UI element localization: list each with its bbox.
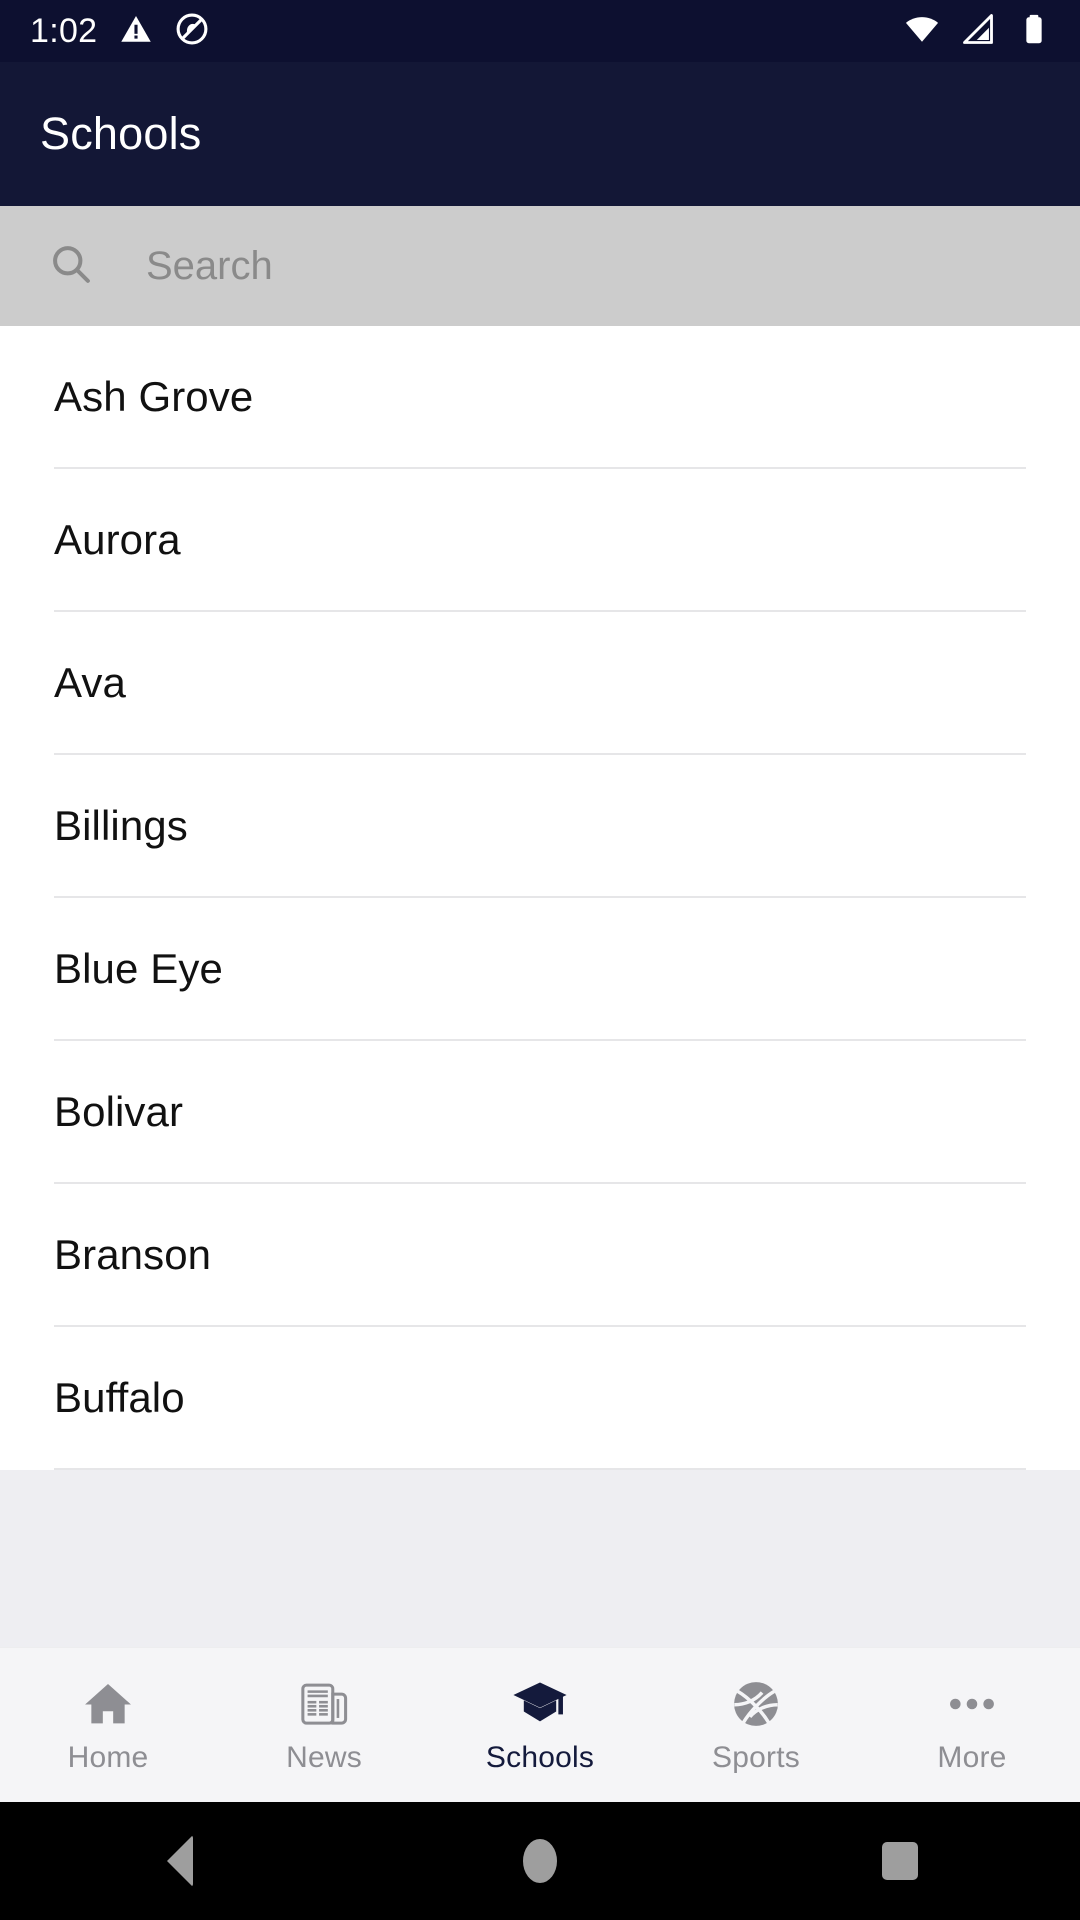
school-list: Ash Grove Aurora Ava Billings Blue Eye B… [0,326,1080,1470]
school-list-item[interactable]: Billings [0,755,1080,896]
school-name: Ash Grove [54,372,254,420]
nav-label: Schools [485,1741,595,1774]
status-clock: 1:02 [30,12,98,50]
school-name: Blue Eye [54,944,223,992]
home-icon [81,1675,135,1733]
nav-item-news[interactable]: News [216,1648,432,1802]
nav-item-more[interactable]: More [864,1648,1080,1802]
school-name: Ava [54,658,126,706]
school-list-item[interactable]: Branson [0,1184,1080,1325]
bottom-navigation: Home News Schools Sports More [0,1647,1080,1802]
nav-item-schools[interactable]: Schools [432,1648,648,1802]
system-back-button[interactable] [90,1802,270,1920]
search-bar[interactable] [0,206,1080,326]
battery-icon [1016,11,1052,52]
school-list-item[interactable]: Ash Grove [0,326,1080,467]
status-bar-right [904,11,1052,52]
wifi-icon [904,11,940,52]
nav-item-sports[interactable]: Sports [648,1648,864,1802]
school-list-item[interactable]: Buffalo [0,1327,1080,1468]
ellipsis-icon [945,1675,999,1733]
school-name: Branson [54,1230,212,1278]
home-circle-icon [523,1839,557,1883]
status-bar: 1:02 [0,0,1080,62]
do-not-disturb-icon [175,12,209,51]
graduation-cap-icon [511,1675,569,1733]
school-name: Bolivar [54,1087,184,1135]
nav-label: Home [67,1741,149,1774]
basketball-icon [728,1675,784,1733]
recents-square-icon [882,1842,918,1880]
school-list-item[interactable]: Aurora [0,469,1080,610]
nav-label: News [286,1741,362,1774]
nav-label: More [937,1741,1007,1774]
system-home-button[interactable] [450,1802,630,1920]
system-recents-button[interactable] [810,1802,990,1920]
android-system-nav [0,1802,1080,1920]
page-title: Schools [40,108,202,159]
nav-item-home[interactable]: Home [0,1648,216,1802]
school-list-item[interactable]: Blue Eye [0,898,1080,1039]
back-triangle-icon [167,1835,193,1887]
search-input[interactable] [146,243,1032,289]
phone-screen: 1:02 Schools Search Ash Grove Aurora Ava… [0,0,1080,1920]
school-name: Buffalo [54,1373,185,1421]
nav-label: Sports [712,1741,800,1774]
warning-triangle-icon [119,12,153,51]
newspaper-icon [297,1675,351,1733]
cellular-signal-icon [960,11,996,52]
school-name: Aurora [54,515,181,563]
school-name: Billings [54,801,188,849]
search-icon [48,241,94,292]
school-list-item[interactable]: Bolivar [0,1041,1080,1182]
app-bar: Schools [0,62,1080,206]
list-empty-area [0,1470,1080,1647]
status-bar-left: 1:02 [30,12,209,51]
school-list-item[interactable]: Ava [0,612,1080,753]
